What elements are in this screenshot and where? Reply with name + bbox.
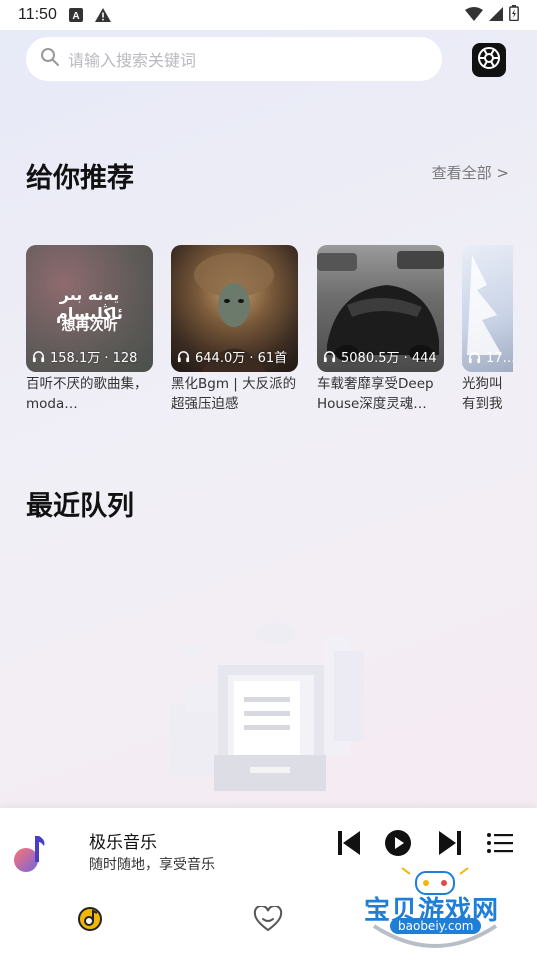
search-icon [40, 47, 60, 71]
music-disc-icon [76, 905, 104, 937]
player-title: 极乐音乐 [89, 833, 157, 853]
playlist-title: 光狗叫有到我才… [462, 376, 503, 412]
play-stats-text: 158.1万 · 128首 [50, 351, 138, 366]
skip-previous-icon [338, 830, 360, 860]
recommend-title: 给你推荐 [26, 163, 134, 194]
play-stats: 17… [468, 351, 513, 368]
play-stats: 158.1万 · 128首 [32, 350, 149, 368]
playlist-card[interactable]: 17… 光狗叫有到我才… [462, 245, 513, 415]
battery-icon [509, 5, 519, 25]
warning-icon [94, 8, 111, 22]
playlist-card[interactable]: 644.0万 · 61首 黑化Bgm | 大反派的超强压迫感 [171, 245, 298, 414]
headphones-icon [468, 351, 481, 368]
settings-button[interactable] [472, 43, 506, 77]
playlist-title: 黑化Bgm | 大反派的超强压迫感 [171, 376, 297, 412]
recent-title: 最近队列 [26, 491, 134, 522]
play-stats-text: 5080.5万 · 444首 [341, 351, 437, 366]
playlist-card[interactable]: يەنە بىر ئاڭلىسام 想再次听 158.1万 · 128首 百听不… [26, 245, 153, 414]
previous-button[interactable] [332, 828, 366, 862]
headphones-icon [32, 350, 45, 368]
queue-list-icon [487, 832, 513, 858]
heart-icon [253, 904, 283, 936]
playlist-cover: 17… [462, 245, 513, 372]
playlist-title: 车载奢靡享受Deep House深度灵魂… [317, 376, 434, 412]
playlist-title: 百听不厌的歌曲集，moda… [26, 376, 148, 412]
playlist-cover: 5080.5万 · 444首 [317, 245, 444, 372]
app-logo-icon [8, 832, 52, 876]
wifi-icon [465, 6, 483, 25]
play-stats-text: 644.0万 · 61首 [195, 351, 288, 366]
next-button[interactable] [433, 828, 467, 862]
nav-favorites[interactable] [253, 904, 283, 936]
nav-music[interactable] [75, 906, 105, 936]
playlist-card[interactable]: 5080.5万 · 444首 车载奢靡享受Deep House深度灵魂… [317, 245, 444, 414]
signal-icon [489, 6, 503, 25]
notification-a-icon: A [68, 8, 83, 22]
play-stats-text: 17… [486, 351, 513, 366]
status-time: 11:50 [18, 6, 57, 23]
player-subtitle: 随时随地，享受音乐 [89, 857, 215, 873]
playlist-cover: 644.0万 · 61首 [171, 245, 298, 372]
watermark-url: baobeiy.com [390, 918, 482, 934]
play-stats: 5080.5万 · 444首 [323, 350, 440, 368]
empty-queue-illustration [166, 615, 376, 795]
headphones-icon [177, 350, 190, 368]
play-icon [384, 829, 412, 861]
playlist-button[interactable] [483, 828, 517, 862]
watermark-logo: 宝贝游戏网 baobeiy.com [360, 866, 510, 950]
svg-text:A: A [72, 11, 79, 22]
gear-icon [476, 45, 502, 75]
play-stats: 644.0万 · 61首 [177, 350, 294, 368]
cover-text-bottom: 想再次听 [61, 318, 118, 334]
see-all-link[interactable]: 查看全部 > [432, 162, 509, 183]
skip-next-icon [439, 830, 461, 860]
search-placeholder: 请输入搜索关键词 [68, 51, 197, 70]
play-button[interactable] [381, 828, 415, 862]
search-input[interactable]: 请输入搜索关键词 [26, 37, 442, 81]
headphones-icon [323, 350, 336, 368]
playlist-cover: يەنە بىر ئاڭلىسام 想再次听 158.1万 · 128首 [26, 245, 153, 372]
status-bar: 11:50 A [0, 0, 537, 30]
